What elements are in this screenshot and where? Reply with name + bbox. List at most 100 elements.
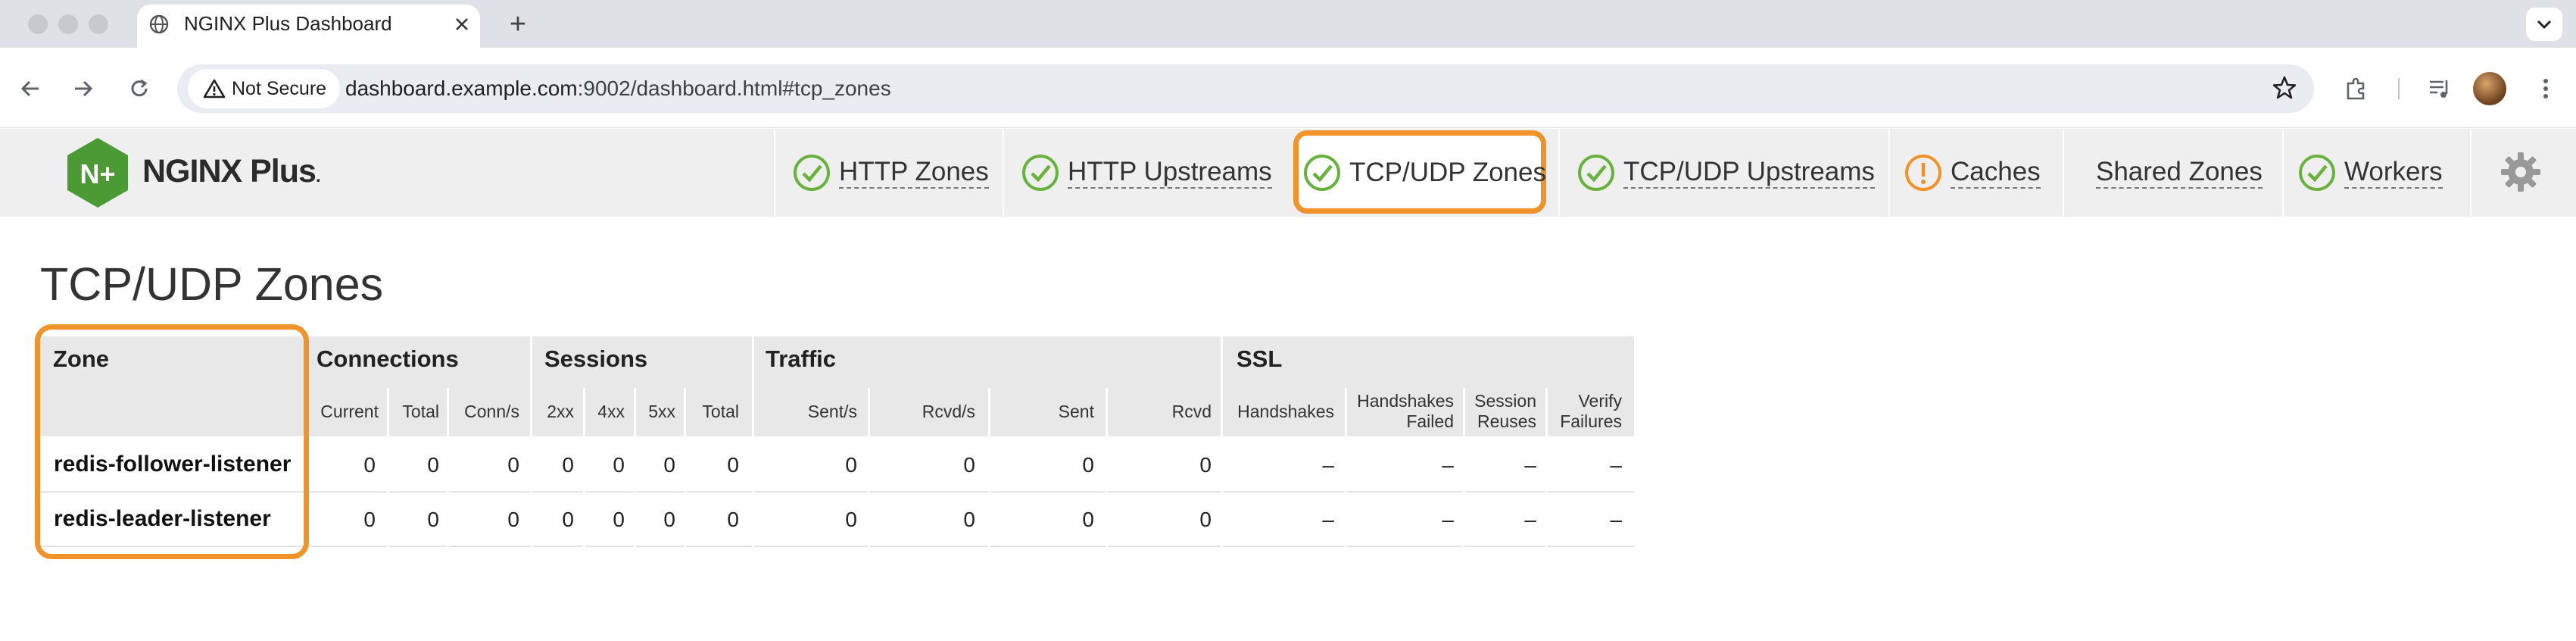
security-indicator[interactable]: Not Secure bbox=[188, 69, 341, 108]
cell-verify-failures: – bbox=[1610, 508, 1622, 531]
column-separator bbox=[530, 336, 532, 547]
nav-shared-zones[interactable]: Shared Zones bbox=[2063, 129, 2282, 217]
nav-tcp-udp-upstreams[interactable]: TCP/UDP Upstreams bbox=[1558, 129, 1910, 217]
col-session-reuses-line2: Reuses bbox=[1477, 411, 1536, 431]
header-connections: Connections bbox=[317, 346, 459, 372]
cell-verify-failures: – bbox=[1610, 453, 1622, 477]
tab-close-icon[interactable] bbox=[451, 14, 472, 35]
col-current: Current bbox=[320, 402, 379, 421]
browser-toolbar: Not Secure dashboard.example.com:9002/da… bbox=[0, 48, 2576, 128]
media-controls-button[interactable] bbox=[2423, 72, 2456, 105]
cell-total: 0 bbox=[427, 453, 439, 477]
media-queue-icon bbox=[2430, 80, 2448, 98]
cell-conn-s: 0 bbox=[507, 508, 519, 531]
column-separator bbox=[1106, 388, 1108, 547]
column-separator bbox=[1221, 336, 1223, 547]
nav-http-zones[interactable]: HTTP Zones bbox=[774, 129, 1001, 217]
cell-5xx: 0 bbox=[663, 453, 675, 477]
extensions-button[interactable] bbox=[2340, 72, 2373, 105]
col-handshakes-failed-line1: Handshakes bbox=[1357, 391, 1454, 411]
cell-handshakes-failed: – bbox=[1442, 508, 1454, 531]
nav-label: Caches bbox=[1951, 157, 2041, 189]
logo-text: NGINX Plus. bbox=[142, 153, 321, 189]
cell-sent: 0 bbox=[1082, 453, 1094, 477]
nav-caches[interactable]: Caches bbox=[1888, 129, 2063, 217]
cell-sent: 0 bbox=[1082, 508, 1094, 531]
logo-text-label: NGINX Plus bbox=[142, 153, 317, 189]
col-verify-failures: Verify Failures bbox=[1545, 391, 1622, 432]
window-zoom-button[interactable] bbox=[89, 14, 108, 34]
column-separator bbox=[447, 388, 449, 547]
cell-sent-s: 0 bbox=[845, 453, 857, 477]
header-traffic: Traffic bbox=[766, 346, 837, 372]
ok-icon bbox=[1578, 155, 1614, 191]
col-verify-failures-line1: Verify bbox=[1578, 391, 1622, 411]
column-separator bbox=[684, 388, 686, 547]
window-minimize-button[interactable] bbox=[58, 14, 78, 34]
nginx-logo[interactable]: N+ bbox=[65, 136, 130, 209]
nav-workers[interactable]: Workers bbox=[2282, 129, 2470, 217]
header-sessions: Sessions bbox=[544, 346, 648, 372]
warning-triangle-icon bbox=[203, 79, 226, 98]
forward-button[interactable] bbox=[67, 72, 100, 105]
nav-http-upstreams[interactable]: HTTP Upstreams bbox=[1003, 129, 1290, 217]
page-title: TCP/UDP Zones bbox=[40, 258, 384, 310]
browser-menu-button[interactable] bbox=[2529, 72, 2562, 105]
cell-conn-s: 0 bbox=[507, 453, 519, 477]
cell-handshakes: – bbox=[1322, 453, 1334, 477]
cell-4xx: 0 bbox=[613, 508, 625, 531]
tab-search-button[interactable] bbox=[2526, 8, 2562, 41]
chevron-down-icon bbox=[2537, 20, 2552, 30]
column-separator bbox=[1345, 388, 1347, 547]
new-tab-button[interactable]: + bbox=[504, 8, 532, 40]
star-icon bbox=[2272, 76, 2297, 99]
cell-2xx: 0 bbox=[562, 508, 574, 531]
col-sent: Sent bbox=[1058, 402, 1094, 421]
col-session-reuses: Session Reuses bbox=[1461, 391, 1536, 432]
nav-label: Shared Zones bbox=[2096, 157, 2263, 189]
column-separator bbox=[583, 388, 585, 547]
cell-session-total: 0 bbox=[727, 453, 739, 477]
more-vertical-icon bbox=[2543, 79, 2548, 98]
address-bar[interactable]: Not Secure dashboard.example.com:9002/da… bbox=[177, 64, 2314, 113]
tab-title: NGINX Plus Dashboard bbox=[184, 12, 392, 35]
url-host: dashboard.example.com bbox=[345, 77, 578, 100]
col-rcvd-s: Rcvd/s bbox=[922, 402, 975, 421]
cell-4xx: 0 bbox=[613, 453, 625, 477]
cell-current: 0 bbox=[363, 508, 376, 531]
cell-rcvd-s: 0 bbox=[963, 508, 975, 531]
col-sent-s: Sent/s bbox=[807, 402, 857, 421]
globe-icon bbox=[149, 14, 169, 34]
profile-avatar[interactable] bbox=[2473, 72, 2506, 105]
col-verify-failures-line2: Failures bbox=[1560, 411, 1622, 431]
cell-sent-s: 0 bbox=[845, 508, 857, 531]
gear-icon[interactable] bbox=[2499, 150, 2543, 194]
zone-column-highlight bbox=[35, 324, 309, 559]
browser-tab-strip: NGINX Plus Dashboard + bbox=[0, 0, 2576, 48]
window-close-button[interactable] bbox=[28, 14, 48, 34]
ok-icon bbox=[1304, 155, 1340, 191]
column-separator bbox=[752, 336, 754, 547]
nav-tcp-udp-zones[interactable]: TCP/UDP Zones bbox=[1296, 129, 1546, 217]
column-separator bbox=[988, 388, 990, 547]
col-rcvd: Rcvd bbox=[1171, 402, 1212, 421]
col-session-total: Total bbox=[702, 402, 739, 421]
col-session-reuses-line1: Session bbox=[1474, 391, 1536, 411]
cell-session-total: 0 bbox=[727, 508, 739, 531]
cell-session-reuses: – bbox=[1524, 453, 1536, 477]
ok-icon bbox=[794, 155, 830, 191]
cell-5xx: 0 bbox=[663, 508, 675, 531]
reload-button[interactable] bbox=[123, 72, 156, 105]
cell-handshakes-failed: – bbox=[1442, 453, 1454, 477]
bookmark-button[interactable] bbox=[2267, 70, 2302, 105]
url-text[interactable]: dashboard.example.com:9002/dashboard.htm… bbox=[345, 77, 891, 101]
ok-icon bbox=[2299, 155, 2335, 191]
col-conn-s: Conn/s bbox=[464, 402, 519, 421]
ok-icon bbox=[1022, 155, 1059, 191]
cell-total: 0 bbox=[427, 508, 439, 531]
back-button[interactable] bbox=[14, 72, 47, 105]
warning-icon bbox=[1905, 155, 1941, 191]
cell-rcvd-s: 0 bbox=[963, 453, 975, 477]
cell-rcvd: 0 bbox=[1199, 453, 1212, 477]
arrow-left-icon bbox=[20, 80, 39, 97]
